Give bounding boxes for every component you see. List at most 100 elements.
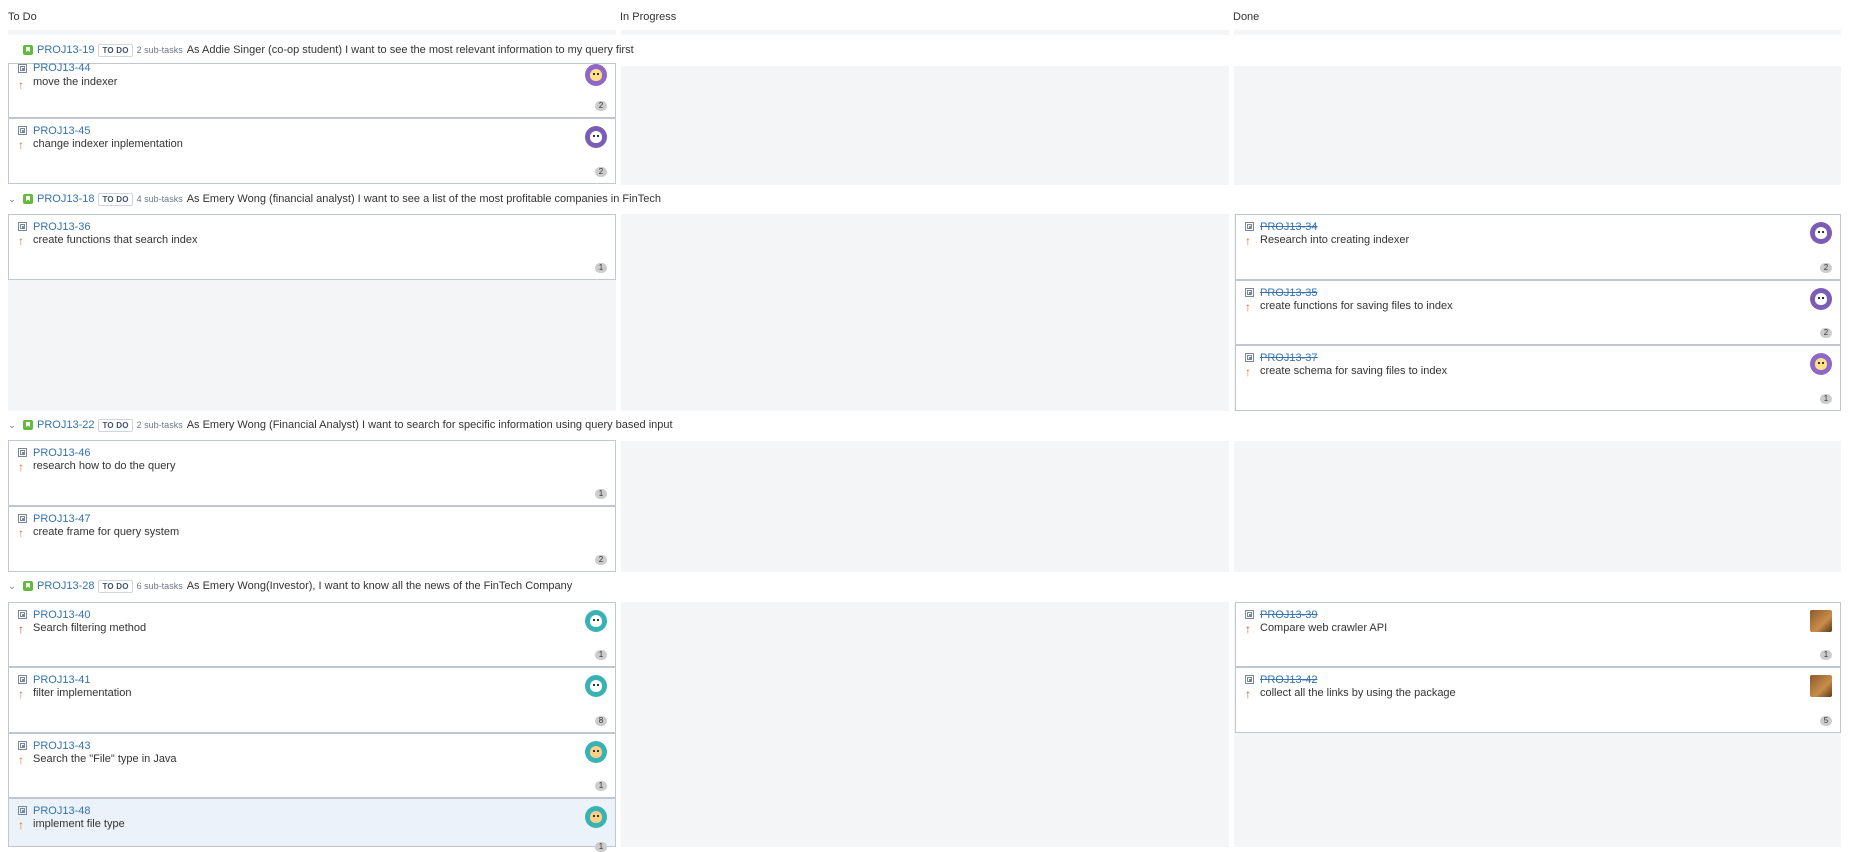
story-icon bbox=[23, 581, 33, 591]
subtask-count-badge: 2 bbox=[595, 101, 607, 111]
issue-card[interactable]: PROJ13-43 ↑ Search the "File" type in Ja… bbox=[8, 733, 616, 798]
column-header-in-progress: In Progress bbox=[620, 11, 677, 23]
subtask-count-badge: 1 bbox=[595, 781, 607, 791]
issue-summary: change indexer inplementation bbox=[33, 138, 183, 150]
subtask-count: 4 sub-tasks bbox=[136, 194, 183, 204]
chevron-down-icon[interactable]: ⌄ bbox=[7, 194, 17, 205]
user-avatar-icon[interactable] bbox=[1810, 222, 1832, 244]
user-avatar-icon[interactable] bbox=[1810, 353, 1832, 375]
priority-major-icon: ↑ bbox=[18, 753, 24, 767]
issue-summary: create functions for saving files to ind… bbox=[1260, 300, 1453, 312]
issue-summary: Search filtering method bbox=[33, 622, 147, 634]
priority-major-icon: ↑ bbox=[18, 138, 24, 152]
story-summary: As Emery Wong (financial analyst) I want… bbox=[186, 193, 661, 205]
issue-key[interactable]: PROJ13-39 bbox=[1260, 609, 1317, 621]
subtask-icon bbox=[1245, 675, 1254, 684]
user-avatar-icon[interactable] bbox=[1810, 288, 1832, 310]
subtask-count-badge: 1 bbox=[595, 650, 607, 660]
issue-card[interactable]: PROJ13-44 ↑ move the indexer 2 bbox=[8, 62, 616, 118]
issue-summary: create functions that search index bbox=[33, 234, 198, 246]
issue-key[interactable]: PROJ13-43 bbox=[33, 740, 90, 752]
issue-card[interactable]: PROJ13-34 ↑ Research into creating index… bbox=[1235, 214, 1841, 280]
subtask-icon bbox=[18, 514, 27, 523]
user-avatar-icon[interactable] bbox=[585, 806, 607, 828]
column-area-done bbox=[1234, 441, 1841, 572]
subtask-icon bbox=[1245, 288, 1254, 297]
issue-key[interactable]: PROJ13-34 bbox=[1260, 221, 1317, 233]
user-avatar-icon[interactable] bbox=[585, 741, 607, 763]
issue-key[interactable]: PROJ13-35 bbox=[1260, 287, 1317, 299]
story-summary: As Addie Singer (co-op student) I want t… bbox=[186, 44, 634, 56]
issue-summary: Research into creating indexer bbox=[1260, 234, 1410, 246]
subtask-icon bbox=[1245, 222, 1254, 231]
issue-key[interactable]: PROJ13-45 bbox=[33, 125, 90, 137]
swimlane-header[interactable]: ⌄ PROJ13-22 TO DO 2 sub-tasks As Emery W… bbox=[0, 415, 673, 435]
user-avatar-icon[interactable] bbox=[585, 675, 607, 697]
priority-major-icon: ↑ bbox=[18, 526, 24, 540]
user-avatar-icon[interactable] bbox=[585, 126, 607, 148]
chevron-down-icon[interactable]: ⌄ bbox=[7, 420, 17, 431]
story-key[interactable]: PROJ13-19 bbox=[37, 44, 94, 56]
issue-card[interactable]: PROJ13-40 ↑ Search filtering method 1 bbox=[8, 602, 616, 667]
subtask-count: 2 sub-tasks bbox=[136, 45, 183, 55]
priority-major-icon: ↑ bbox=[18, 234, 24, 248]
subtask-icon bbox=[18, 448, 27, 457]
issue-summary: Compare web crawler API bbox=[1260, 622, 1388, 634]
issue-summary: research how to do the query bbox=[33, 460, 176, 472]
swimlane-header[interactable]: ⌄ PROJ13-18 TO DO 4 sub-tasks As Emery W… bbox=[0, 189, 661, 209]
status-badge: TO DO bbox=[98, 418, 133, 432]
issue-summary: collect all the links by using the packa… bbox=[1260, 687, 1456, 699]
status-badge: TO DO bbox=[98, 192, 133, 206]
issue-card[interactable]: PROJ13-46 ↑ research how to do the query… bbox=[8, 440, 616, 506]
column-header-done: Done bbox=[1233, 11, 1260, 23]
priority-major-icon: ↑ bbox=[1245, 365, 1251, 379]
issue-card[interactable]: PROJ13-39 ↑ Compare web crawler API 1 bbox=[1235, 602, 1841, 667]
story-key[interactable]: PROJ13-18 bbox=[37, 193, 94, 205]
subtask-icon bbox=[1245, 610, 1254, 619]
issue-key[interactable]: PROJ13-44 bbox=[33, 62, 90, 74]
issue-summary: Search the "File" type in Java bbox=[33, 753, 177, 765]
issue-card[interactable]: PROJ13-45 ↑ change indexer inplementatio… bbox=[8, 118, 616, 184]
subtask-count-badge: 2 bbox=[1820, 328, 1832, 338]
issue-key[interactable]: PROJ13-36 bbox=[33, 221, 90, 233]
user-avatar-icon[interactable] bbox=[1810, 610, 1832, 632]
user-avatar-icon[interactable] bbox=[1810, 675, 1832, 697]
issue-card[interactable]: PROJ13-41 ↑ filter implementation 8 bbox=[8, 667, 616, 733]
story-key[interactable]: PROJ13-22 bbox=[37, 419, 94, 431]
priority-critical-icon: ↑ bbox=[1245, 622, 1251, 636]
subtask-count-badge: 1 bbox=[595, 263, 607, 273]
subtask-count-badge: 2 bbox=[595, 167, 607, 177]
issue-key[interactable]: PROJ13-42 bbox=[1260, 674, 1317, 686]
issue-key[interactable]: PROJ13-37 bbox=[1260, 352, 1317, 364]
story-key[interactable]: PROJ13-28 bbox=[37, 580, 94, 592]
issue-card[interactable]: PROJ13-48 ↑ implement file type 1 bbox=[8, 798, 616, 852]
priority-major-icon: ↑ bbox=[18, 818, 24, 832]
swimlane-header[interactable]: ⌄ PROJ13-28 TO DO 6 sub-tasks As Emery W… bbox=[0, 576, 572, 596]
column-header-bar bbox=[621, 30, 1229, 35]
swimlane-header[interactable]: PROJ13-19 TO DO 2 sub-tasks As Addie Sin… bbox=[0, 40, 634, 60]
issue-key[interactable]: PROJ13-40 bbox=[33, 609, 90, 621]
issue-key[interactable]: PROJ13-47 bbox=[33, 513, 90, 525]
priority-critical-icon: ↑ bbox=[18, 622, 24, 636]
issue-key[interactable]: PROJ13-41 bbox=[33, 674, 90, 686]
issue-card[interactable]: PROJ13-47 ↑ create frame for query syste… bbox=[8, 506, 616, 572]
issue-summary: create schema for saving files to index bbox=[1260, 365, 1448, 377]
issue-card[interactable]: PROJ13-37 ↑ create schema for saving fil… bbox=[1235, 345, 1841, 411]
issue-card[interactable]: PROJ13-35 ↑ create functions for saving … bbox=[1235, 280, 1841, 345]
issue-summary: implement file type bbox=[33, 818, 125, 830]
subtask-icon bbox=[18, 806, 27, 815]
issue-card[interactable]: PROJ13-36 ↑ create functions that search… bbox=[8, 214, 616, 280]
subtask-icon bbox=[18, 675, 27, 684]
issue-card[interactable]: PROJ13-42 ↑ collect all the links by usi… bbox=[1235, 667, 1841, 733]
issue-key[interactable]: PROJ13-46 bbox=[33, 447, 90, 459]
subtask-count-badge: 1 bbox=[1820, 394, 1832, 404]
subtask-icon bbox=[1245, 353, 1254, 362]
issue-summary: create frame for query system bbox=[33, 526, 180, 538]
user-avatar-icon[interactable] bbox=[585, 610, 607, 632]
user-avatar-icon[interactable] bbox=[585, 64, 607, 86]
chevron-down-icon[interactable]: ⌄ bbox=[7, 581, 17, 592]
issue-key[interactable]: PROJ13-48 bbox=[33, 805, 90, 817]
column-header-todo: To Do bbox=[8, 11, 37, 23]
subtask-count-badge: 1 bbox=[595, 842, 607, 852]
subtask-count-badge: 1 bbox=[595, 489, 607, 499]
